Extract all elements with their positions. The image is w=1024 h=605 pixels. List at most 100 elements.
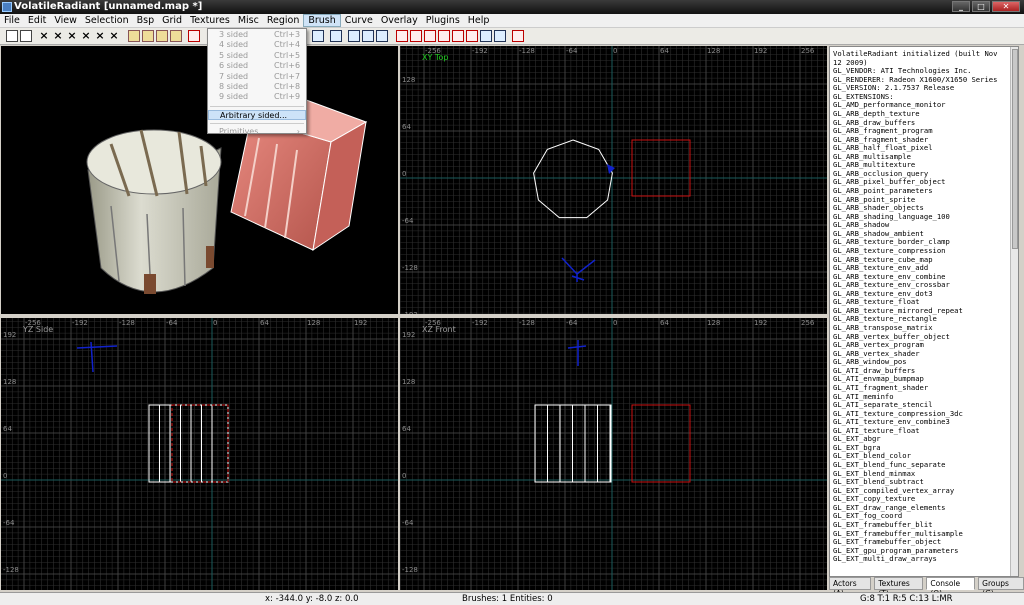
tab-console[interactable]: Console (O) (926, 577, 976, 598)
menu-file[interactable]: File (0, 14, 24, 27)
menu-curve[interactable]: Curve (341, 14, 377, 27)
flip-z-icon[interactable]: × (66, 30, 78, 42)
save-icon[interactable] (20, 30, 32, 42)
menu-textures[interactable]: Textures (186, 14, 234, 27)
x-tick-label: -192 (472, 47, 488, 55)
menu-item-sided-8[interactable]: 8 sided Ctrl+8 (208, 82, 306, 92)
menu-item-sided-7[interactable]: 7 sided Ctrl+7 (208, 72, 306, 82)
inspector-tabs: Actors (A)Textures (T)Console (O)Groups … (829, 577, 1024, 598)
viewport-xz-front[interactable]: -320-256-192-128-64064128192256320256192… (400, 318, 827, 590)
x-tick-label: 0 (613, 47, 617, 55)
selected-brush-outline[interactable] (631, 404, 691, 483)
select-partial-tall-icon[interactable] (156, 30, 168, 42)
menu-brush[interactable]: Brush (303, 14, 341, 27)
player-start-icon[interactable] (607, 164, 615, 174)
close-button[interactable]: ✕ (992, 1, 1020, 12)
y-tick-label: -192 (402, 311, 418, 314)
menu-item-shortcut: Ctrl+3 (274, 30, 301, 39)
y-tick-label: -128 (402, 566, 418, 574)
minimize-button[interactable]: _ (952, 1, 970, 12)
viewport-yz-side[interactable]: -256-192-128-640641281922563202561921286… (1, 318, 398, 590)
rotate-z-icon[interactable]: × (108, 30, 120, 42)
menu-edit[interactable]: Edit (24, 14, 50, 27)
view-yz-icon[interactable] (362, 30, 374, 42)
view-change-icon[interactable] (312, 30, 324, 42)
open-icon[interactable] (6, 30, 18, 42)
y-tick-label: -128 (402, 264, 418, 272)
entity-icon[interactable] (452, 30, 464, 42)
menu-region[interactable]: Region (263, 14, 304, 27)
patch-icon[interactable] (424, 30, 436, 42)
camera-icon[interactable] (561, 257, 596, 282)
flip-x-icon[interactable]: × (38, 30, 50, 42)
menu-view[interactable]: View (50, 14, 81, 27)
clipper-icon[interactable] (396, 30, 408, 42)
tab-textures[interactable]: Textures (T) (874, 577, 924, 598)
menu-item-sided-5[interactable]: 5 sided Ctrl+5 (208, 51, 306, 61)
cylinder-brush-outline[interactable] (533, 139, 613, 219)
brush-icon[interactable] (466, 30, 478, 42)
y-tick-label: 128 (3, 378, 16, 386)
menu-misc[interactable]: Misc (234, 14, 263, 27)
texture-lock-icon[interactable] (410, 30, 422, 42)
console-log[interactable]: VolatileRadiant initialized (built Nov 12… (829, 46, 1019, 577)
y-tick-label: 192 (402, 331, 415, 339)
vertex-edit-icon[interactable] (480, 30, 492, 42)
menu-bar: File Edit View Selection Bsp Grid Textures Misc… (0, 14, 1024, 28)
select-inside-icon[interactable] (170, 30, 182, 42)
maximize-button[interactable]: □ (972, 1, 990, 12)
scroll-thumb[interactable] (1012, 49, 1018, 249)
menu-item-shortcut: Ctrl+5 (274, 50, 301, 60)
menu-item-primitives[interactable]: Primitives › (208, 127, 306, 137)
view-xz-icon[interactable] (376, 30, 388, 42)
menu-item-arbitrary-sided[interactable]: Arbitrary sided... (208, 109, 306, 121)
rotate-y-icon[interactable]: × (94, 30, 106, 42)
x-tick-label: 64 (260, 319, 269, 327)
window-title: VolatileRadiant [unnamed.map *] (14, 1, 203, 12)
menu-separator (210, 105, 304, 107)
tab-groups[interactable]: Groups (G) (978, 577, 1024, 598)
select-touching-icon[interactable] (142, 30, 154, 42)
viewport-label: XY Top (422, 53, 449, 62)
y-tick-label: -128 (3, 566, 19, 574)
cubic-clip-icon[interactable] (438, 30, 450, 42)
menu-bsp[interactable]: Bsp (133, 14, 159, 27)
flip-y-icon[interactable]: × (52, 30, 64, 42)
x-tick-label: -192 (472, 319, 488, 327)
viewport-xy-top[interactable]: -320-256-192-128-64064128192256320192128… (400, 46, 827, 314)
csg-subtract-icon[interactable] (188, 30, 200, 42)
plugin-icon[interactable] (512, 30, 524, 42)
console-scrollbar[interactable] (1010, 47, 1018, 576)
menu-item-label: 7 sided (219, 71, 249, 81)
edge-edit-icon[interactable] (494, 30, 506, 42)
y-tick-label: 0 (402, 170, 406, 178)
menu-item-sided-6[interactable]: 6 sided Ctrl+6 (208, 61, 306, 71)
menu-overlay[interactable]: Overlay (377, 14, 422, 27)
menu-plugins[interactable]: Plugins (422, 14, 464, 27)
x-tick-label: -64 (166, 319, 178, 327)
menu-item-label: 9 sided (219, 92, 249, 102)
y-tick-label: -64 (3, 519, 15, 527)
menu-item-label: 3 sided (219, 30, 249, 39)
menu-separator (210, 123, 304, 125)
menu-grid[interactable]: Grid (158, 14, 186, 27)
x-tick-label: 128 (307, 319, 320, 327)
menu-item-sided-9[interactable]: 9 sided Ctrl+9 (208, 92, 306, 102)
x-tick-label: 192 (754, 47, 767, 55)
tab-actors[interactable]: Actors (A) (829, 577, 872, 598)
x-tick-label: 128 (707, 319, 720, 327)
status-coords: x: -344.0 y: -8.0 z: 0.0 (265, 594, 359, 604)
status-bar: x: -344.0 y: -8.0 z: 0.0 Brushes: 1 Enti… (0, 592, 1024, 605)
camera-icon[interactable] (330, 30, 342, 42)
menu-selection[interactable]: Selection (81, 14, 133, 27)
select-complete-tall-icon[interactable] (128, 30, 140, 42)
y-tick-label: -64 (402, 217, 414, 225)
menu-item-sided-4[interactable]: 4 sided Ctrl+4 (208, 40, 306, 50)
menu-item-sided-3[interactable]: 3 sided Ctrl+3 (208, 30, 306, 40)
viewport-3d-camera[interactable] (1, 46, 398, 314)
rotate-x-icon[interactable]: × (80, 30, 92, 42)
menu-help[interactable]: Help (464, 14, 494, 27)
view-xy-icon[interactable] (348, 30, 360, 42)
menu-item-label: 4 sided (219, 40, 249, 50)
y-tick-label: 0 (3, 472, 7, 480)
